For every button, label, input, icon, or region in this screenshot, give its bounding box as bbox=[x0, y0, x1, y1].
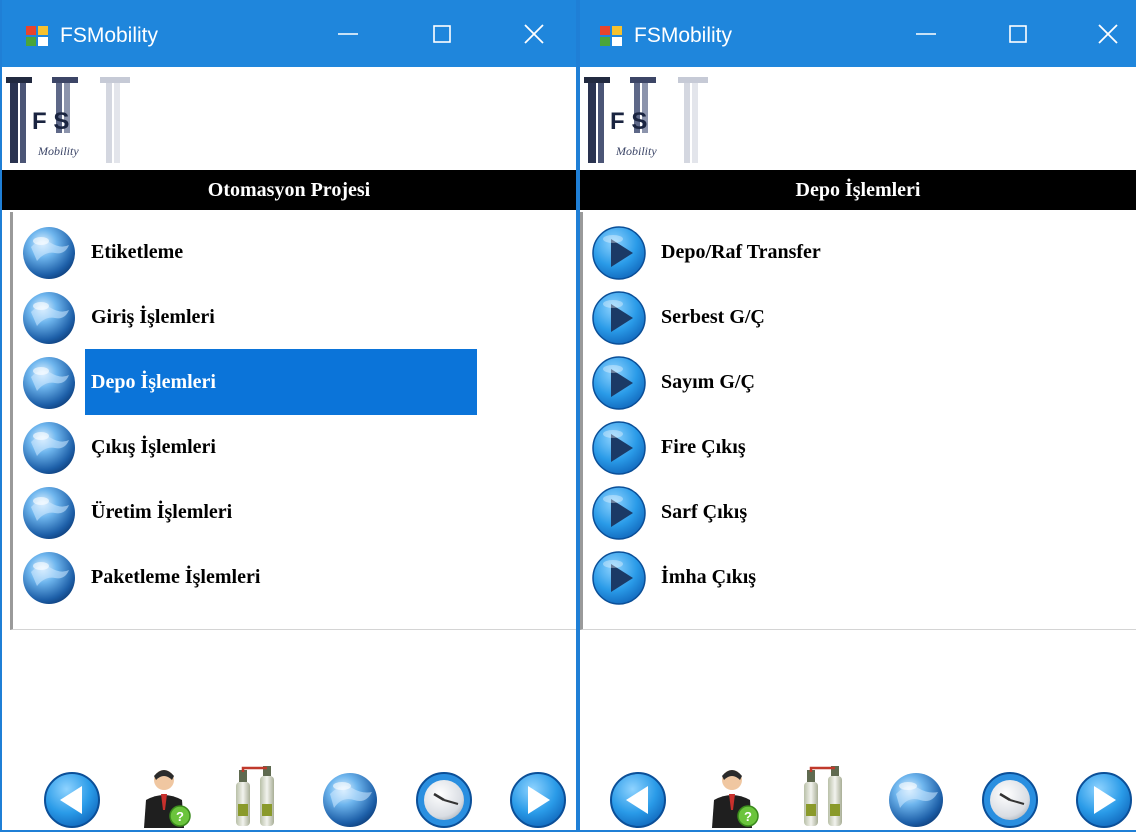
menu-item-cikis-islemleri[interactable]: Çıkış İşlemleri bbox=[15, 415, 485, 479]
menu-list: Depo/Raf Transfer Serbest G/Ç Sayım G/Ç … bbox=[580, 212, 1136, 630]
clock-button[interactable] bbox=[980, 764, 1040, 828]
close-icon bbox=[1098, 24, 1118, 44]
play-icon bbox=[592, 226, 646, 280]
back-arrow-icon bbox=[610, 772, 666, 828]
globe-icon bbox=[23, 552, 75, 604]
play-icon bbox=[592, 421, 646, 475]
globe-icon bbox=[23, 487, 75, 539]
globe-button[interactable] bbox=[886, 764, 946, 828]
svg-text:F S: F S bbox=[610, 108, 647, 135]
menu-item-paketleme-islemleri[interactable]: Paketleme İşlemleri bbox=[15, 545, 485, 609]
close-button[interactable] bbox=[514, 12, 554, 56]
app-icon bbox=[26, 26, 48, 46]
svg-text:Mobility: Mobility bbox=[37, 144, 79, 158]
menu-item-imha-cikis[interactable]: İmha Çıkış bbox=[585, 545, 1055, 609]
forward-arrow-icon bbox=[510, 772, 566, 828]
menu-label: Üretim İşlemleri bbox=[91, 501, 233, 523]
menu-label: İmha Çıkış bbox=[661, 566, 757, 588]
page-title: Depo İşlemleri bbox=[580, 170, 1136, 210]
close-icon bbox=[524, 24, 544, 44]
forward-button[interactable] bbox=[508, 764, 568, 828]
svg-text:?: ? bbox=[176, 809, 184, 824]
logo-area: F S Mobility bbox=[2, 67, 576, 170]
menu-item-uretim-islemleri[interactable]: Üretim İşlemleri bbox=[15, 480, 485, 544]
user-help-button[interactable]: ? bbox=[702, 764, 762, 828]
menu-item-fire-cikis[interactable]: Fire Çıkış bbox=[585, 415, 1055, 479]
logo-area: F S Mobility bbox=[580, 67, 1136, 170]
minimize-button[interactable] bbox=[906, 12, 946, 56]
back-arrow-icon bbox=[44, 772, 100, 828]
minimize-icon bbox=[338, 33, 358, 35]
forward-button[interactable] bbox=[1074, 764, 1134, 828]
gas-cylinders-icon bbox=[804, 766, 842, 826]
menu-item-depo-raf-transfer[interactable]: Depo/Raf Transfer bbox=[585, 220, 1055, 284]
maximize-button[interactable] bbox=[998, 12, 1038, 56]
page-title: Otomasyon Projesi bbox=[2, 170, 576, 210]
minimize-icon bbox=[916, 33, 936, 35]
menu-label: Çıkış İşlemleri bbox=[91, 436, 216, 458]
menu-item-giris-islemleri[interactable]: Giriş İşlemleri bbox=[15, 285, 485, 349]
window-title: FSMobility bbox=[634, 24, 733, 47]
app-window-main: FSMobility F S Mobility Otomasyon Projes… bbox=[0, 0, 578, 832]
menu-label: Depo İşlemleri bbox=[85, 349, 477, 415]
clock-button[interactable] bbox=[414, 764, 474, 828]
bottom-toolbar: ? bbox=[580, 760, 1136, 830]
globe-button[interactable] bbox=[320, 764, 380, 828]
play-icon bbox=[592, 486, 646, 540]
globe-icon bbox=[23, 357, 75, 409]
back-button[interactable] bbox=[42, 764, 102, 828]
fs-mobility-logo: F S Mobility bbox=[584, 77, 708, 163]
menu-label: Fire Çıkış bbox=[661, 436, 746, 458]
user-help-button[interactable]: ? bbox=[134, 764, 194, 828]
menu-label: Serbest G/Ç bbox=[661, 306, 765, 328]
menu-item-sarf-cikis[interactable]: Sarf Çıkış bbox=[585, 480, 1055, 544]
menu-label: Sarf Çıkış bbox=[661, 501, 748, 523]
maximize-icon bbox=[1009, 25, 1027, 43]
title-bar[interactable]: FSMobility bbox=[580, 0, 1136, 67]
clock-icon bbox=[982, 772, 1038, 828]
svg-text:Mobility: Mobility bbox=[615, 144, 657, 158]
play-icon bbox=[592, 551, 646, 605]
menu-item-depo-islemleri[interactable]: Depo İşlemleri bbox=[15, 349, 485, 415]
menu-label: Giriş İşlemleri bbox=[91, 306, 215, 328]
app-window-depo: FSMobility F S Mobility Depo İşlemleri D… bbox=[578, 0, 1136, 832]
menu-label: Depo/Raf Transfer bbox=[661, 241, 821, 263]
svg-text:?: ? bbox=[744, 809, 752, 824]
gas-cylinders-icon bbox=[236, 766, 274, 826]
gas-cylinders-button[interactable] bbox=[226, 764, 286, 828]
globe-icon bbox=[23, 227, 75, 279]
play-icon bbox=[592, 356, 646, 410]
menu-item-sayim-gc[interactable]: Sayım G/Ç bbox=[585, 350, 1055, 414]
globe-icon bbox=[23, 422, 75, 474]
play-icon bbox=[592, 291, 646, 345]
svg-text:F S: F S bbox=[32, 108, 69, 135]
menu-label: Etiketleme bbox=[91, 241, 184, 263]
globe-icon bbox=[323, 773, 377, 827]
back-button[interactable] bbox=[608, 764, 668, 828]
clock-icon bbox=[416, 772, 472, 828]
user-help-icon: ? bbox=[712, 770, 759, 828]
globe-icon bbox=[23, 292, 75, 344]
minimize-button[interactable] bbox=[328, 12, 368, 56]
menu-label: Sayım G/Ç bbox=[661, 371, 755, 393]
menu-label: Paketleme İşlemleri bbox=[91, 566, 261, 588]
app-icon bbox=[600, 26, 622, 46]
maximize-icon bbox=[433, 25, 451, 43]
menu-item-serbest-gc[interactable]: Serbest G/Ç bbox=[585, 285, 1055, 349]
maximize-button[interactable] bbox=[422, 12, 462, 56]
bottom-toolbar: ? bbox=[2, 760, 576, 830]
forward-arrow-icon bbox=[1076, 772, 1132, 828]
globe-icon bbox=[889, 773, 943, 827]
title-bar[interactable]: FSMobility bbox=[2, 0, 576, 67]
close-button[interactable] bbox=[1088, 12, 1128, 56]
menu-list: Etiketleme Giriş İşlemleri Depo İşlemler… bbox=[10, 212, 576, 630]
menu-item-etiketleme[interactable]: Etiketleme bbox=[15, 220, 485, 284]
window-title: FSMobility bbox=[60, 24, 159, 47]
gas-cylinders-button[interactable] bbox=[794, 764, 854, 828]
fs-mobility-logo: F S Mobility bbox=[6, 77, 130, 163]
user-help-icon: ? bbox=[144, 770, 191, 828]
